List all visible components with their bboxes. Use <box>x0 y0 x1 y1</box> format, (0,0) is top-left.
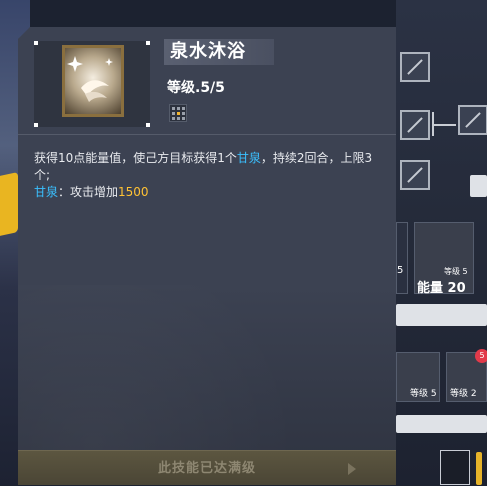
grid-icon <box>169 104 187 122</box>
skill-card-level: 等级 2 <box>450 389 477 399</box>
scroll-bar[interactable] <box>470 175 487 197</box>
sparkle-icon <box>67 56 113 102</box>
tree-connector <box>432 112 434 136</box>
tree-connector <box>432 124 456 126</box>
yellow-marker <box>476 452 482 485</box>
skill-name: 泉水沐浴 <box>164 39 274 65</box>
info-bar <box>396 304 487 326</box>
arrow-right-icon <box>348 463 356 475</box>
skill-description: 获得10点能量值，使己方目标获得1个甘泉，持续2回合，上限3个; 甘泉：攻击增加… <box>34 150 382 201</box>
frame-corner <box>146 41 150 45</box>
skill-tree-node[interactable] <box>400 160 430 190</box>
skill-icon-frame <box>34 41 150 127</box>
keyword-highlight: 甘泉 <box>236 151 261 165</box>
yellow-sign-fragment <box>0 172 18 238</box>
info-bar <box>396 415 487 433</box>
effect-name: 甘泉 <box>34 185 59 199</box>
description-text: 获得10点能量值，使己方目标获得1个 <box>34 151 237 165</box>
skill-card-level: 等级 5 <box>444 267 468 276</box>
frame-corner <box>146 123 150 127</box>
skill-card-count: 5 <box>397 265 404 276</box>
skill-card-level: 等级 5 <box>410 389 437 399</box>
skill-card[interactable] <box>396 222 408 294</box>
skill-tree-node[interactable] <box>400 110 430 140</box>
skill-tree-node[interactable] <box>458 105 487 135</box>
skill-tree-node[interactable] <box>400 52 430 82</box>
skill-level: 等级.5/5 <box>167 80 225 96</box>
notification-badge: 5 <box>475 349 487 363</box>
effect-value: 1500 <box>118 185 149 199</box>
camera-icon[interactable] <box>440 450 470 485</box>
max-level-button[interactable]: 此技能已达满级 <box>18 450 396 485</box>
spring-bath-skill-icon <box>62 45 124 117</box>
effect-text: ：攻击增加 <box>58 185 119 199</box>
max-level-label: 此技能已达满级 <box>157 461 256 476</box>
skill-detail-panel: 泉水沐浴 等级.5/5 获得10点能量值，使己方目标获得1个甘泉，持续2回合，上… <box>18 27 396 485</box>
divider <box>18 134 396 135</box>
frame-corner <box>34 123 38 127</box>
skill-card-energy: 能量 20 <box>417 281 466 296</box>
frame-corner <box>34 41 38 45</box>
